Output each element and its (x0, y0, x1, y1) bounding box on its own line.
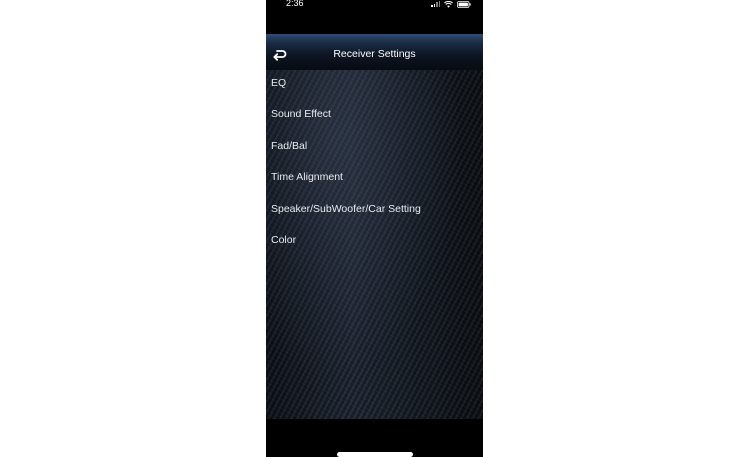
battery-icon (457, 0, 471, 8)
menu-item-eq[interactable]: EQ (271, 77, 286, 89)
wifi-icon (444, 0, 453, 8)
home-indicator[interactable] (337, 452, 413, 457)
page-title: Receiver Settings (333, 48, 416, 60)
status-bar: 2:36 (266, 0, 483, 34)
menu-item-speaker-subwoofer-car-setting[interactable]: Speaker/SubWoofer/Car Setting (271, 203, 421, 215)
menu-item-time-alignment[interactable]: Time Alignment (271, 171, 343, 183)
navigation-bar: Receiver Settings (266, 34, 483, 70)
menu-item-fad-bal[interactable]: Fad/Bal (271, 140, 307, 152)
menu-item-sound-effect[interactable]: Sound Effect (271, 108, 331, 120)
status-icons (431, 0, 471, 8)
phone-screen: 2:36 Receiver Settings EQ Sound Effect F… (266, 0, 483, 457)
menu-item-color[interactable]: Color (271, 234, 296, 246)
signal-icon (431, 1, 440, 7)
settings-list: EQ Sound Effect Fad/Bal Time Alignment S… (266, 70, 483, 419)
status-time: 2:36 (286, 0, 304, 8)
